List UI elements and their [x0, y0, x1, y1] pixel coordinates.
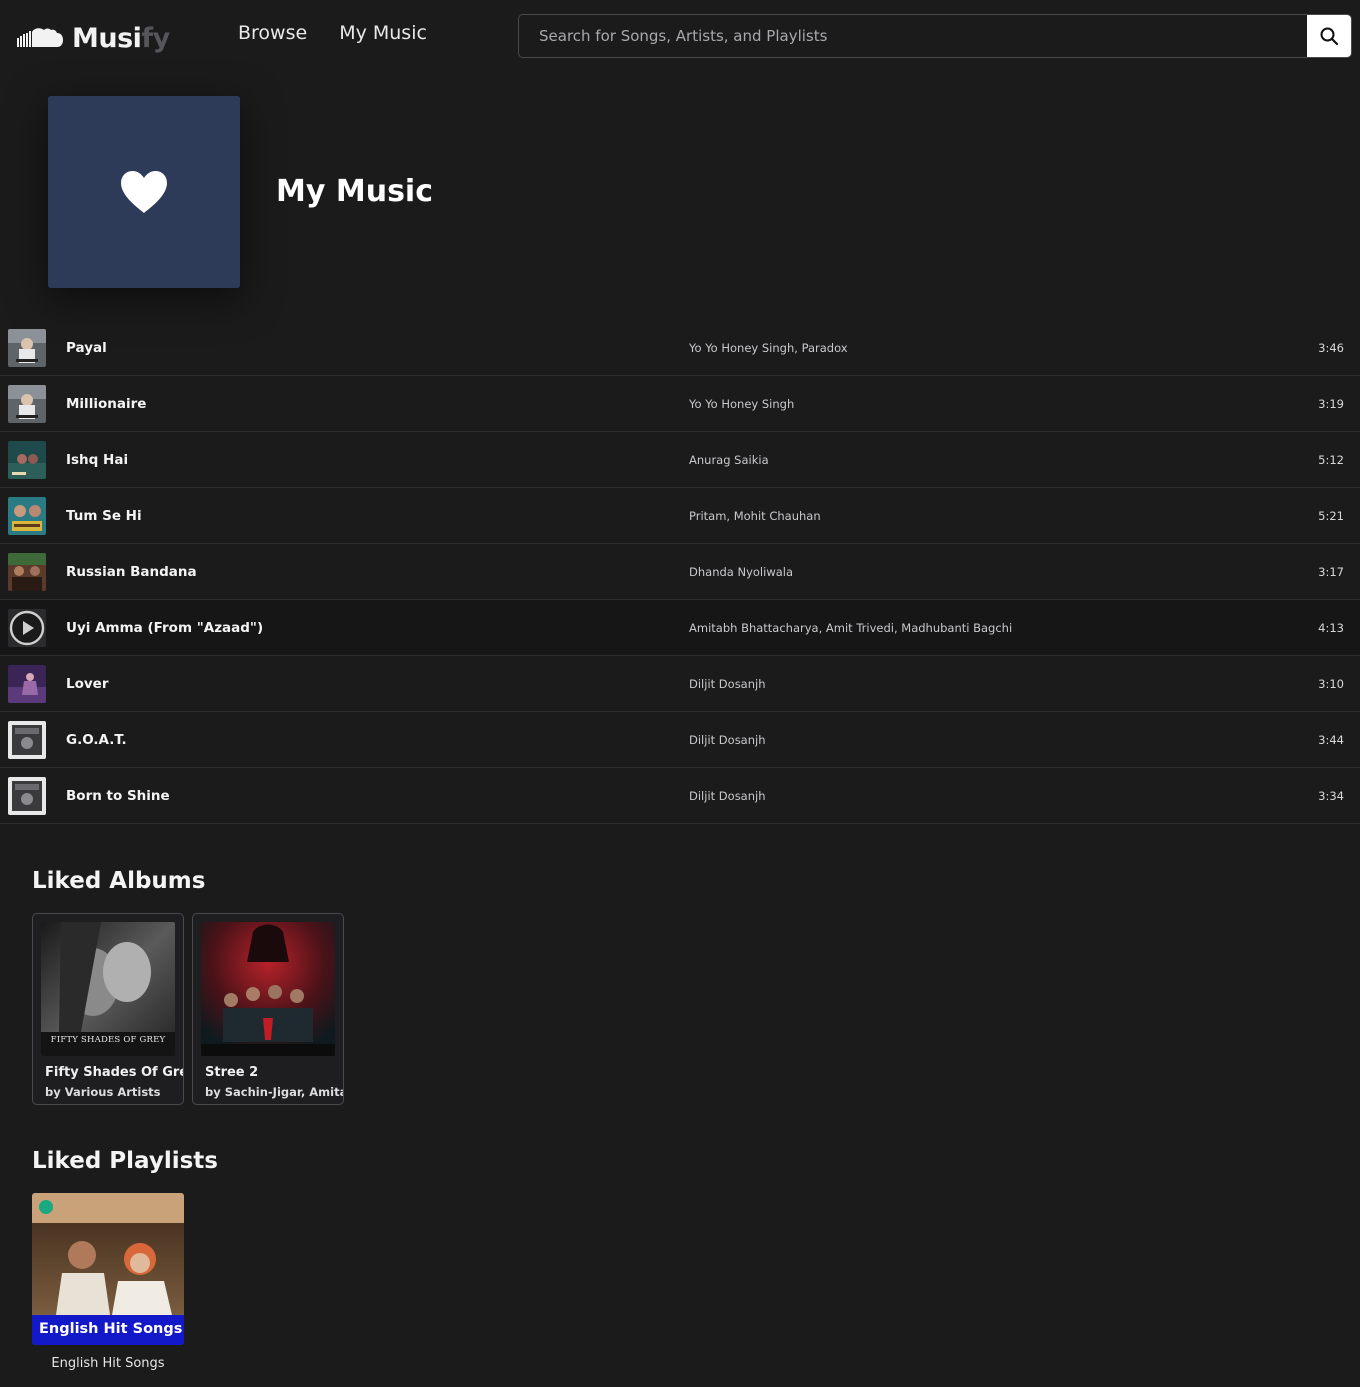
track-thumbnail: [8, 329, 46, 367]
track-thumbnail: [8, 553, 46, 591]
track-artist[interactable]: Diljit Dosanjh: [689, 789, 766, 803]
album-title: Fifty Shades Of Grey: [45, 1065, 184, 1080]
liked-playlists-heading: Liked Playlists: [32, 1148, 218, 1174]
track-artist[interactable]: Diljit Dosanjh: [689, 733, 766, 747]
track-thumbnail: [8, 385, 46, 423]
playlist-title: English Hit Songs: [51, 1356, 165, 1371]
track-list: Payal Yo Yo Honey Singh, Paradox 3:46 Mi…: [0, 320, 1360, 824]
track-artist[interactable]: Yo Yo Honey Singh: [689, 397, 794, 411]
track-title: Russian Bandana: [66, 563, 197, 580]
nav-my-music[interactable]: My Music: [339, 22, 427, 44]
search-bar: [518, 14, 1352, 58]
track-thumbnail: [8, 665, 46, 703]
track-artist[interactable]: Diljit Dosanjh: [689, 677, 766, 691]
album-title: Stree 2: [205, 1065, 259, 1080]
logo-text-part-a: Musi: [72, 22, 142, 54]
heart-icon: [121, 171, 167, 213]
track-row[interactable]: Tum Se Hi Pritam, Mohit Chauhan 5:21: [0, 488, 1360, 544]
track-title: Uyi Amma (From "Azaad"): [66, 619, 264, 636]
album-card[interactable]: FIFTY SHADES OF GREY Fifty Shades Of Gre…: [32, 913, 184, 1105]
track-title: Born to Shine: [66, 787, 170, 804]
album-artist: by Sachin-Jigar, Amitabh: [205, 1085, 343, 1099]
track-row[interactable]: Russian Bandana Dhanda Nyoliwala 3:17: [0, 544, 1360, 600]
track-duration: 3:17: [1318, 564, 1344, 579]
top-header: Musify Browse My Music: [0, 0, 1360, 74]
play-icon[interactable]: [8, 609, 46, 647]
track-artist[interactable]: Dhanda Nyoliwala: [689, 565, 793, 579]
track-duration: 4:13: [1318, 620, 1344, 635]
nav-browse[interactable]: Browse: [238, 22, 307, 44]
track-thumbnail: [8, 441, 46, 479]
track-duration: 3:34: [1318, 788, 1344, 803]
track-artist[interactable]: Pritam, Mohit Chauhan: [689, 509, 821, 523]
album-cover: FIFTY SHADES OF GREY: [41, 922, 175, 1056]
album-cover: [201, 922, 335, 1056]
track-duration: 3:19: [1318, 396, 1344, 411]
track-row[interactable]: G.O.A.T. Diljit Dosanjh 3:44: [0, 712, 1360, 768]
liked-albums-heading: Liked Albums: [32, 868, 206, 894]
cloud-icon: [17, 28, 63, 47]
track-duration: 5:12: [1318, 452, 1344, 467]
track-row[interactable]: Payal Yo Yo Honey Singh, Paradox 3:46: [0, 320, 1360, 376]
track-thumbnail: [8, 721, 46, 759]
track-title: Tum Se Hi: [66, 507, 142, 524]
track-duration: 3:10: [1318, 676, 1344, 691]
track-row[interactable]: Ishq Hai Anurag Saikia 5:12: [0, 432, 1360, 488]
track-thumbnail: [8, 497, 46, 535]
album-artist: by Various Artists: [45, 1085, 161, 1099]
track-artist[interactable]: Anurag Saikia: [689, 453, 769, 467]
track-duration: 5:21: [1318, 508, 1344, 523]
logo-text: Musify: [72, 23, 170, 54]
album-card[interactable]: Stree 2 by Sachin-Jigar, Amitabh: [192, 913, 344, 1105]
playlist-cover: English Hit Songs: [32, 1193, 184, 1345]
track-artist[interactable]: Yo Yo Honey Singh, Paradox: [689, 341, 848, 355]
search-input[interactable]: [519, 15, 1307, 57]
logo-text-part-b: fy: [141, 22, 170, 54]
track-row[interactable]: Lover Diljit Dosanjh 3:10: [0, 656, 1360, 712]
album-cover-text: FIFTY SHADES OF GREY: [50, 1035, 166, 1045]
page-title: My Music: [276, 174, 433, 209]
track-duration: 3:44: [1318, 732, 1344, 747]
logo[interactable]: Musify: [16, 18, 170, 58]
track-thumbnail: [8, 777, 46, 815]
search-icon: [1320, 27, 1339, 46]
playlist-card[interactable]: English Hit Songs: [32, 1193, 184, 1345]
track-title: Ishq Hai: [66, 451, 129, 468]
track-title: Lover: [66, 675, 109, 692]
track-row[interactable]: Born to Shine Diljit Dosanjh 3:34: [0, 768, 1360, 824]
track-duration: 3:46: [1318, 340, 1344, 355]
track-title: G.O.A.T.: [66, 731, 127, 748]
track-row-now-playing[interactable]: Uyi Amma (From "Azaad") Amitabh Bhattach…: [0, 600, 1360, 656]
track-row[interactable]: Millionaire Yo Yo Honey Singh 3:19: [0, 376, 1360, 432]
track-artist[interactable]: Amitabh Bhattacharya, Amit Trivedi, Madh…: [689, 621, 1012, 635]
my-music-cover: [48, 96, 240, 288]
main-nav: Browse My Music: [238, 22, 427, 44]
search-button[interactable]: [1307, 15, 1351, 57]
track-title: Payal: [66, 339, 107, 356]
playlist-cover-text: English Hit Songs: [39, 1321, 183, 1337]
track-title: Millionaire: [66, 395, 147, 412]
